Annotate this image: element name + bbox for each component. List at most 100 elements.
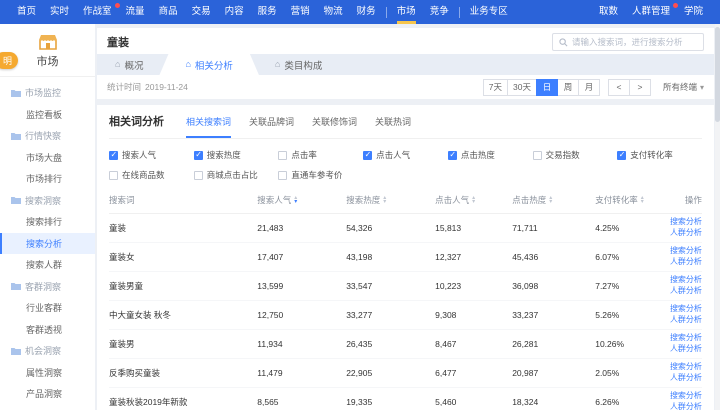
sidebar-item-customer-perspective[interactable]: 客群透视 xyxy=(0,319,95,341)
sidebar-item-monitor-board[interactable]: 监控看板 xyxy=(0,104,95,126)
search-analysis-link[interactable]: 搜索分析 xyxy=(670,333,702,344)
range-week-button[interactable]: 周 xyxy=(557,79,579,96)
next-date-button[interactable]: > xyxy=(629,79,651,96)
keyword-cell[interactable]: 中大童女装 秋冬 xyxy=(109,309,257,321)
checkbox-unchecked-icon[interactable] xyxy=(533,151,542,160)
range-30d-button[interactable]: 30天 xyxy=(507,79,537,96)
nav-goods[interactable]: 商品 xyxy=(152,0,185,24)
checkbox-unchecked-icon[interactable] xyxy=(194,171,203,180)
sort-icon[interactable]: ▴▾ xyxy=(472,196,475,205)
filter-click-popularity[interactable]: 点击人气 xyxy=(363,149,448,161)
search-analysis-link[interactable]: 搜索分析 xyxy=(670,246,702,257)
sidebar-item-search-insight[interactable]: 搜索洞察 xyxy=(0,190,95,212)
nav-market[interactable]: 市场 xyxy=(390,0,423,24)
checkbox-unchecked-icon[interactable] xyxy=(109,171,118,180)
sort-icon[interactable]: ▴▾ xyxy=(641,196,644,205)
filter-ztc-reference-price[interactable]: 直通车参考价 xyxy=(278,169,363,181)
nav-war-room[interactable]: 作战室 xyxy=(76,0,119,24)
keyword-cell[interactable]: 童装男童 xyxy=(109,280,257,292)
nav-content[interactable]: 内容 xyxy=(218,0,251,24)
tab-category-composition[interactable]: ⌂ 类目构成 xyxy=(259,54,338,75)
nav-logistics[interactable]: 物流 xyxy=(317,0,350,24)
sidebar-item-market-overview[interactable]: 市场大盘 xyxy=(0,147,95,169)
filter-pay-conversion[interactable]: 支付转化率 xyxy=(617,149,702,161)
sort-icon[interactable]: ▴▾ xyxy=(294,196,297,205)
sort-icon[interactable]: ▴▾ xyxy=(549,196,552,205)
tab-related-analysis[interactable]: ⌂ 相关分析 xyxy=(159,54,258,75)
checkbox-checked-icon[interactable] xyxy=(109,151,118,160)
col-header-pay-conversion[interactable]: 支付转化率▴▾ xyxy=(595,194,660,206)
filter-click-heat[interactable]: 点击热度 xyxy=(448,149,533,161)
nav-trade[interactable]: 交易 xyxy=(185,0,218,24)
sidebar-item-attribute-insight[interactable]: 属性洞察 xyxy=(0,362,95,384)
sidebar-item-search-analysis[interactable]: 搜索分析 xyxy=(0,233,95,255)
sort-icon[interactable]: ▴▾ xyxy=(383,196,386,205)
prev-date-button[interactable]: < xyxy=(608,79,630,96)
col-header-search-popularity[interactable]: 搜索人气▴▾ xyxy=(257,194,346,206)
sidebar-item-industry-customers[interactable]: 行业客群 xyxy=(0,297,95,319)
audience-analysis-link[interactable]: 人群分析 xyxy=(670,402,702,410)
nav-service[interactable]: 服务 xyxy=(251,0,284,24)
audience-analysis-link[interactable]: 人群分析 xyxy=(670,228,702,239)
col-header-click-popularity[interactable]: 点击人气▴▾ xyxy=(435,194,512,206)
checkbox-checked-icon[interactable] xyxy=(617,151,626,160)
nav-marketing[interactable]: 营销 xyxy=(284,0,317,24)
sidebar-item-opportunity-insight[interactable]: 机会洞察 xyxy=(0,340,95,362)
terminal-dropdown[interactable]: 所有终端 ▾ xyxy=(663,81,704,93)
tab-related-modifier-words[interactable]: 关联修饰词 xyxy=(312,115,357,138)
keyword-cell[interactable]: 童装女 xyxy=(109,251,257,263)
checkbox-unchecked-icon[interactable] xyxy=(278,151,287,160)
keyword-cell[interactable]: 童装秋装2019年新款 xyxy=(109,396,257,408)
audience-analysis-link[interactable]: 人群分析 xyxy=(670,286,702,297)
filter-mall-click-share[interactable]: 商城点击占比 xyxy=(194,169,279,181)
search-analysis-link[interactable]: 搜索分析 xyxy=(670,217,702,228)
audience-analysis-link[interactable]: 人群分析 xyxy=(670,373,702,384)
range-day-button[interactable]: 日 xyxy=(536,79,558,96)
keyword-cell[interactable]: 童装男 xyxy=(109,338,257,350)
audience-analysis-link[interactable]: 人群分析 xyxy=(670,257,702,268)
nav-competition[interactable]: 竞争 xyxy=(423,0,456,24)
filter-search-popularity[interactable]: 搜索人气 xyxy=(109,149,194,161)
keyword-cell[interactable]: 反季购买童装 xyxy=(109,367,257,379)
filter-trade-index[interactable]: 交易指数 xyxy=(533,149,618,161)
search-analysis-link[interactable]: 搜索分析 xyxy=(670,304,702,315)
audience-analysis-link[interactable]: 人群分析 xyxy=(670,315,702,326)
nav-business-zone[interactable]: 业务专区 xyxy=(463,0,515,24)
checkbox-unchecked-icon[interactable] xyxy=(278,171,287,180)
nav-academy[interactable]: 学院 xyxy=(677,0,710,24)
col-header-click-heat[interactable]: 点击热度▴▾ xyxy=(512,194,595,206)
floating-orange-tag[interactable]: 明 xyxy=(0,52,18,69)
range-month-button[interactable]: 月 xyxy=(578,79,600,96)
nav-traffic[interactable]: 流量 xyxy=(119,0,152,24)
filter-search-heat[interactable]: 搜索热度 xyxy=(194,149,279,161)
tab-related-hot-words[interactable]: 关联热词 xyxy=(375,115,411,138)
sidebar-item-market-ranking[interactable]: 市场排行 xyxy=(0,168,95,190)
sidebar-item-customer-insight[interactable]: 客群洞察 xyxy=(0,276,95,298)
sidebar-item-product-insight[interactable]: 产品洞察 xyxy=(0,383,95,405)
nav-audience-mgmt[interactable]: 人群管理 xyxy=(625,0,677,24)
search-input[interactable] xyxy=(572,37,697,47)
tab-overview[interactable]: ⌂ 概况 xyxy=(99,54,159,75)
audience-analysis-link[interactable]: 人群分析 xyxy=(670,344,702,355)
checkbox-checked-icon[interactable] xyxy=(194,151,203,160)
tab-related-brand-words[interactable]: 关联品牌词 xyxy=(249,115,294,138)
col-header-search-heat[interactable]: 搜索热度▴▾ xyxy=(346,194,435,206)
nav-data-extract[interactable]: 取数 xyxy=(592,0,625,24)
nav-realtime[interactable]: 实时 xyxy=(43,0,76,24)
checkbox-checked-icon[interactable] xyxy=(448,151,457,160)
nav-home[interactable]: 首页 xyxy=(10,0,43,24)
search-analysis-link[interactable]: 搜索分析 xyxy=(670,275,702,286)
page-scrollbar[interactable] xyxy=(715,24,720,410)
range-7d-button[interactable]: 7天 xyxy=(483,79,508,96)
scrollbar-thumb[interactable] xyxy=(715,27,720,122)
filter-click-rate[interactable]: 点击率 xyxy=(278,149,363,161)
checkbox-checked-icon[interactable] xyxy=(363,151,372,160)
search-analysis-link[interactable]: 搜索分析 xyxy=(670,391,702,402)
search-analysis-link[interactable]: 搜索分析 xyxy=(670,362,702,373)
keyword-search-box[interactable] xyxy=(552,33,704,51)
nav-finance[interactable]: 财务 xyxy=(350,0,383,24)
sidebar-item-search-ranking[interactable]: 搜索排行 xyxy=(0,211,95,233)
sidebar-item-market-quick-view[interactable]: 行情快察 xyxy=(0,125,95,147)
sidebar-item-market-monitor[interactable]: 市场监控 xyxy=(0,82,95,104)
tab-related-search-words[interactable]: 相关搜索词 xyxy=(186,115,231,138)
